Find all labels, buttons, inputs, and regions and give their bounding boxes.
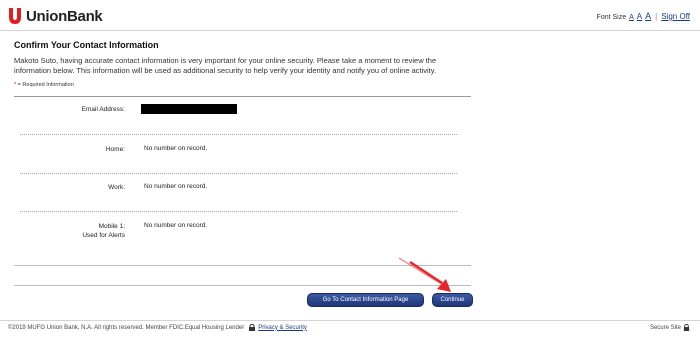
padlock-icon [683,324,690,331]
footer-copyright: ©2019 MUFG Union Bank, N.A. All rights r… [8,324,307,331]
red-arrow-annotation [398,257,451,292]
lock-icon [249,324,256,331]
secure-site: Secure Site [650,324,690,331]
copyright-text: ©2019 MUFG Union Bank, N.A. All rights r… [8,324,245,331]
footer-divider [0,320,700,321]
secure-site-text: Secure Site [649,324,681,331]
privacy-security-link[interactable]: Privacy & Security [258,325,307,331]
